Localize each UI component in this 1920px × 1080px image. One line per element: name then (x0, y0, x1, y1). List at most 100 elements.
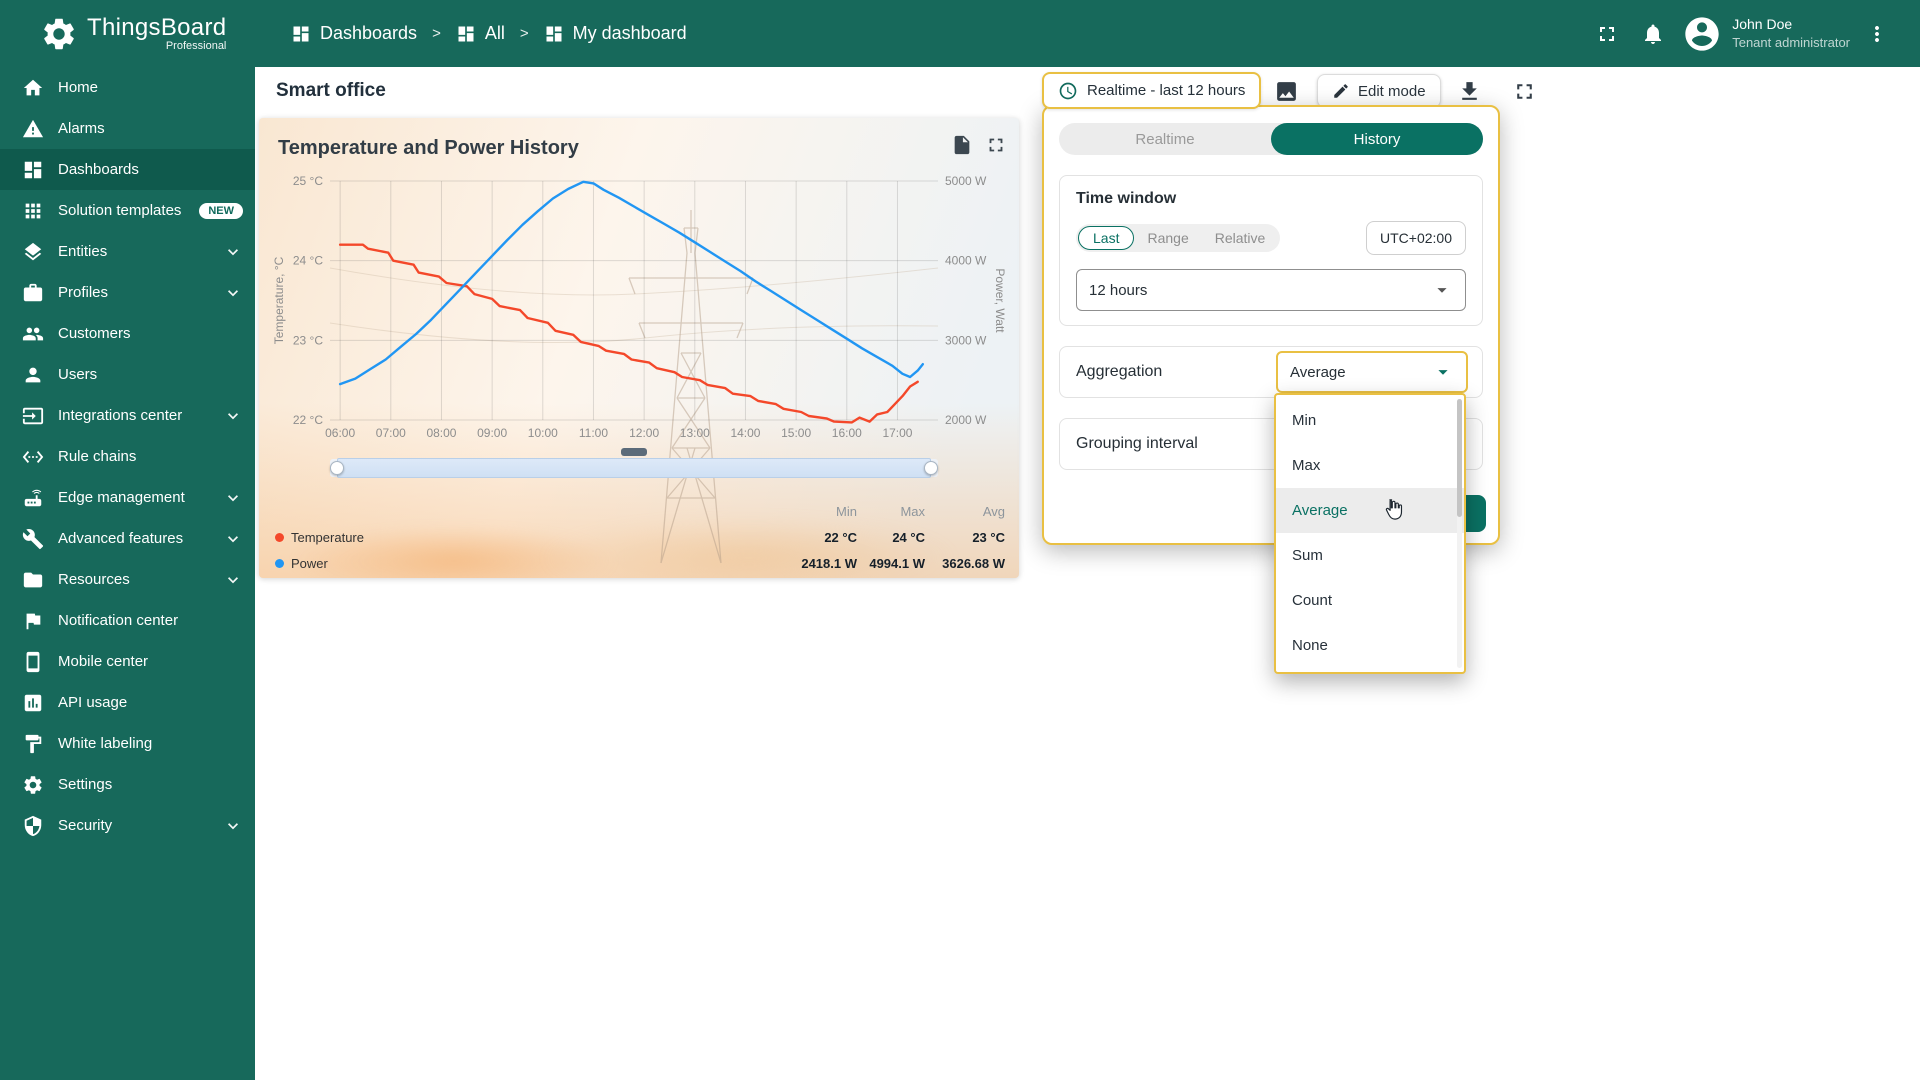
svg-text:22 °C: 22 °C (293, 413, 323, 427)
svg-text:08:00: 08:00 (426, 426, 456, 440)
svg-text:06:00: 06:00 (325, 426, 355, 440)
aggregation-option-min[interactable]: Min (1276, 398, 1464, 443)
apps-icon (22, 200, 44, 222)
sidebar-item-mobile-center[interactable]: Mobile center (0, 641, 255, 682)
stats-header: Avg (982, 503, 1005, 519)
sidebar-item-advanced-features[interactable]: Advanced features (0, 518, 255, 559)
sidebar-item-settings[interactable]: Settings (0, 764, 255, 805)
sidebar-item-edge-management[interactable]: Edge management (0, 477, 255, 518)
more-menu-button[interactable] (1854, 11, 1900, 57)
legend-item[interactable]: Power (275, 556, 767, 571)
svg-text:09:00: 09:00 (477, 426, 507, 440)
aggregation-options-list: Min Max Average Sum Count None (1276, 398, 1464, 668)
range-slider-grip[interactable] (621, 448, 647, 456)
sidebar-item-home[interactable]: Home (0, 67, 255, 108)
svg-text:16:00: 16:00 (832, 426, 862, 440)
sidebar-item-notification-center[interactable]: Notification center (0, 600, 255, 641)
dashboard-fullscreen-button[interactable] (1507, 74, 1541, 108)
widget-fullscreen-icon[interactable] (985, 134, 1007, 156)
time-window-mode-row: Last Range Relative UTC+02:00 (1076, 221, 1466, 255)
header-actions: John Doe Tenant administrator (1584, 11, 1920, 57)
svg-text:24 °C: 24 °C (293, 254, 323, 268)
aggregation-select[interactable]: Average (1276, 351, 1468, 393)
edit-mode-label: Edit mode (1358, 82, 1426, 100)
legend-stats-table: Min Max Avg Temperature 22 °C 24 °C 23 °C Power… (275, 498, 1005, 576)
timewindow-mode-toggle: Last Range Relative (1076, 224, 1281, 252)
mode-range[interactable]: Range (1134, 226, 1201, 250)
interval-select-value: 12 hours (1089, 281, 1148, 299)
range-slider-right-handle[interactable] (924, 461, 938, 475)
breadcrumb-item[interactable]: Dashboards (291, 23, 417, 44)
range-slider-left-handle[interactable] (330, 461, 344, 475)
sidebar-item-resources[interactable]: Resources (0, 559, 255, 600)
aggregation-option-sum[interactable]: Sum (1276, 533, 1464, 578)
dropdown-scrollbar-thumb[interactable] (1457, 399, 1462, 517)
sidebar-item-white-labeling[interactable]: White labeling (0, 723, 255, 764)
svg-text:25 °C: 25 °C (293, 174, 323, 188)
logo-text: ThingsBoard Professional (87, 15, 226, 52)
aggregation-option-count[interactable]: Count (1276, 578, 1464, 623)
legend-item[interactable]: Temperature (275, 530, 767, 545)
sidebar-item-api-usage[interactable]: API usage (0, 682, 255, 723)
svg-text:14:00: 14:00 (730, 426, 760, 440)
svg-text:07:00: 07:00 (376, 426, 406, 440)
tab-realtime[interactable]: Realtime (1059, 123, 1271, 155)
dropdown-scrollbar[interactable] (1457, 399, 1462, 668)
chevron-down-icon (223, 242, 243, 262)
thingsboard-logo-icon (40, 15, 78, 53)
bell-icon (1641, 22, 1665, 46)
avatar[interactable] (1682, 14, 1722, 54)
pencil-icon (1332, 82, 1350, 100)
sidebar-item-profiles[interactable]: Profiles (0, 272, 255, 313)
aggregation-section: Aggregation Average (1059, 346, 1483, 398)
sidebar-item-security[interactable]: Security (0, 805, 255, 846)
briefcase-icon (22, 282, 44, 304)
chart-widget: 25 °C 5000 W 24 °C 4000 W 23 °C 3000 W 22 °C 20… (259, 118, 1019, 578)
timezone-button[interactable]: UTC+02:00 (1366, 221, 1466, 255)
thingsboard-logo[interactable]: ThingsBoard Professional (0, 15, 255, 53)
aggregation-option-average[interactable]: Average (1276, 488, 1464, 533)
aggregation-option-none[interactable]: None (1276, 623, 1464, 668)
download-button[interactable] (1452, 74, 1486, 108)
edit-mode-button[interactable]: Edit mode (1317, 74, 1441, 108)
chevron-down-icon (223, 529, 243, 549)
person-icon (22, 364, 44, 386)
grouping-interval-label: Grouping interval (1076, 435, 1198, 452)
image-gallery-button[interactable] (1269, 74, 1303, 108)
dashboard-icon (456, 24, 476, 44)
svg-text:11:00: 11:00 (579, 426, 608, 440)
mode-relative[interactable]: Relative (1202, 226, 1279, 250)
stats-value-min: 22 °C (824, 529, 857, 545)
sidebar-item-solution-templates[interactable]: Solution templates NEW (0, 190, 255, 231)
interval-select[interactable]: 12 hours (1076, 269, 1466, 311)
breadcrumb-item[interactable]: All (456, 23, 505, 44)
kebab-menu-icon (1865, 22, 1889, 46)
sidebar-item-integrations-center[interactable]: Integrations center (0, 395, 255, 436)
export-file-icon[interactable] (951, 134, 973, 156)
sidebar-item-rule-chains[interactable]: Rule chains (0, 436, 255, 477)
notifications-button[interactable] (1630, 11, 1676, 57)
sidebar-item-dashboards[interactable]: Dashboards (0, 149, 255, 190)
svg-text:10:00: 10:00 (528, 426, 558, 440)
chart-range-slider[interactable] (330, 448, 938, 481)
logo-title: ThingsBoard (87, 13, 227, 41)
chevron-down-icon (223, 283, 243, 303)
range-slider-selection[interactable] (337, 458, 931, 478)
sidebar-item-customers[interactable]: Customers (0, 313, 255, 354)
stats-value-avg: 3626.68 W (942, 555, 1005, 571)
stats-header: Min (836, 503, 857, 519)
sidebar-item-entities[interactable]: Entities (0, 231, 255, 272)
stats-value-min: 2418.1 W (801, 555, 857, 571)
people-icon (22, 323, 44, 345)
user-info: John Doe Tenant administrator (1732, 15, 1850, 51)
aggregation-option-max[interactable]: Max (1276, 443, 1464, 488)
chevron-down-icon (223, 816, 243, 836)
tab-history[interactable]: History (1271, 123, 1483, 155)
timewindow-button[interactable]: Realtime - last 12 hours (1042, 72, 1262, 109)
mode-last[interactable]: Last (1078, 226, 1135, 250)
breadcrumb-item[interactable]: My dashboard (544, 23, 687, 44)
sidebar-item-users[interactable]: Users (0, 354, 255, 395)
sidebar-item-alarms[interactable]: Alarms (0, 108, 255, 149)
fullscreen-button[interactable] (1584, 11, 1630, 57)
ethernet-icon (22, 446, 44, 468)
